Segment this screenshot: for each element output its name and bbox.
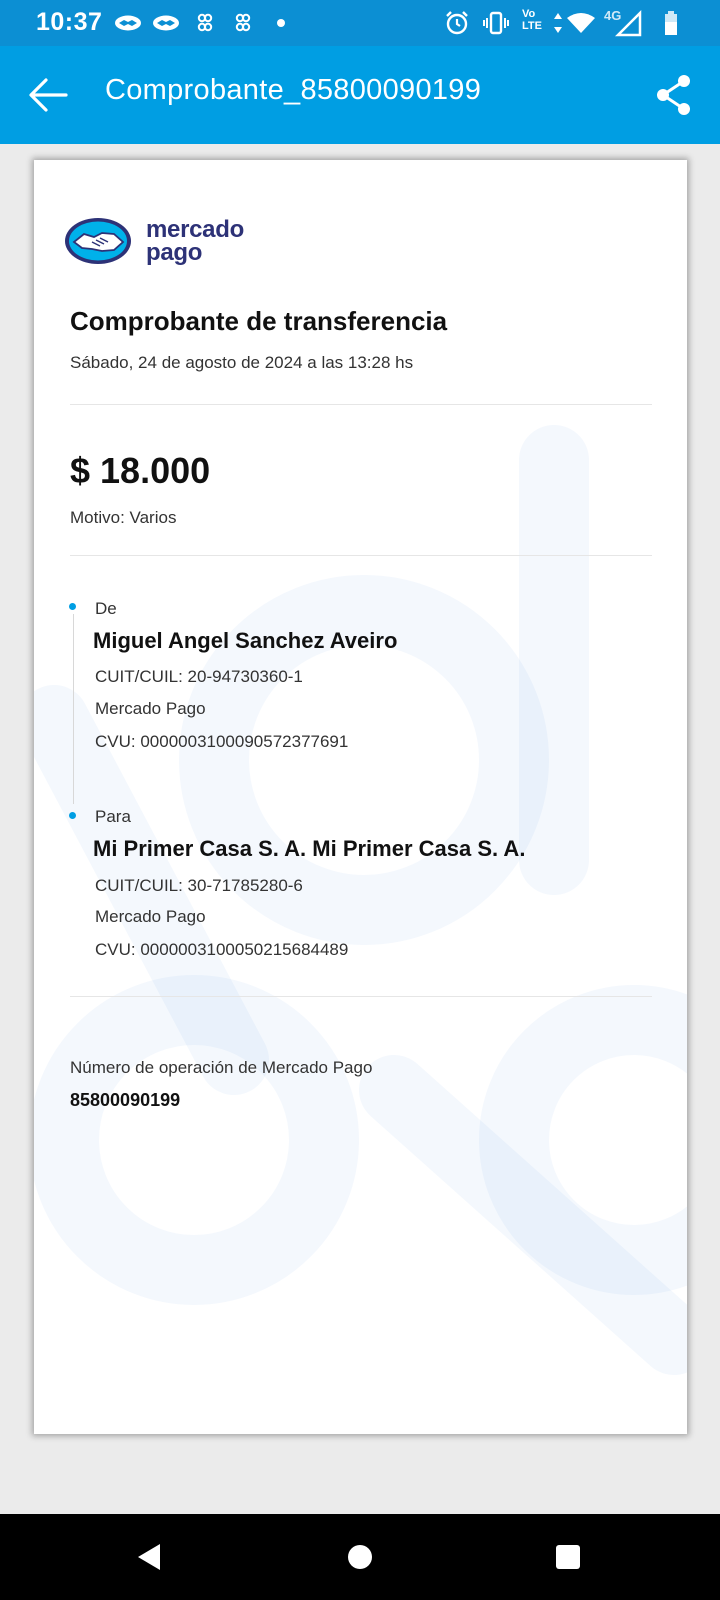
wifi-icon	[566, 8, 596, 38]
watermark-pattern	[34, 425, 687, 1375]
arrow-left-icon	[29, 78, 68, 112]
volte-icon: Vo LTE	[522, 8, 548, 38]
handshake-logo-icon	[65, 218, 131, 264]
from-cvu: CVU: 0000003100090572377691	[95, 732, 349, 751]
battery-icon	[664, 8, 678, 38]
to-name: Mi Primer Casa S. A. Mi Primer Casa S. A…	[93, 836, 526, 861]
triangle-back-icon	[138, 1544, 160, 1570]
from-label: De	[95, 599, 117, 618]
alarm-icon	[444, 8, 470, 38]
divider	[70, 996, 652, 997]
square-recents-icon	[556, 1545, 580, 1569]
nav-back-button[interactable]	[134, 1541, 166, 1573]
vibrate-icon	[482, 8, 510, 38]
brand-line-2: pago	[146, 239, 203, 266]
signal-4g-icon: 4G	[600, 8, 642, 38]
brand-name: mercado pago	[146, 216, 244, 266]
status-time: 10:37	[36, 8, 103, 36]
share-button[interactable]	[652, 72, 698, 118]
receipt-card: mercado pago Comprobante de transferenci…	[34, 160, 687, 1434]
brand-line-1: mercado	[146, 216, 244, 243]
from-dot	[69, 603, 76, 610]
to-cvu: CVU: 0000003100050215684489	[95, 940, 349, 959]
volte-label: Vo LTE	[522, 8, 542, 32]
timeline-line	[73, 614, 74, 804]
circle-home-icon	[348, 1545, 372, 1569]
to-institution: Mercado Pago	[95, 907, 206, 926]
nav-recents-button[interactable]	[552, 1541, 584, 1573]
divider	[70, 404, 652, 405]
to-label: Para	[95, 807, 131, 826]
operation-number-label: Número de operación de Mercado Pago	[70, 1058, 373, 1077]
back-button[interactable]	[22, 72, 72, 118]
status-bar: 10:37 Vo LTE 4G	[0, 0, 720, 46]
handshake-icon	[152, 10, 180, 36]
app-bar: Comprobante_85800090199	[0, 46, 720, 144]
dot-icon	[276, 10, 286, 36]
nav-home-button[interactable]	[344, 1541, 376, 1573]
receipt-title: Comprobante de transferencia	[70, 306, 448, 336]
from-name: Miguel Angel Sanchez Aveiro	[93, 628, 398, 653]
operation-number: 85800090199	[70, 1090, 181, 1110]
transfer-reason: Motivo: Varios	[70, 508, 177, 527]
svg-text:4G: 4G	[604, 9, 621, 23]
app-icon	[196, 10, 214, 36]
share-icon	[657, 75, 690, 115]
handshake-icon	[114, 10, 142, 36]
system-navigation-bar	[0, 1514, 720, 1600]
to-dot	[69, 812, 76, 819]
divider	[70, 555, 652, 556]
from-institution: Mercado Pago	[95, 699, 206, 718]
from-tax-id: CUIT/CUIL: 20-94730360-1	[95, 667, 303, 686]
receipt-datetime: Sábado, 24 de agosto de 2024 a las 13:28…	[70, 353, 414, 372]
transfer-amount: $ 18.000	[70, 450, 211, 491]
data-arrows-icon	[552, 8, 564, 38]
app-icon	[234, 10, 252, 36]
to-tax-id: CUIT/CUIL: 30-71785280-6	[95, 876, 303, 895]
page-title: Comprobante_85800090199	[105, 74, 482, 106]
